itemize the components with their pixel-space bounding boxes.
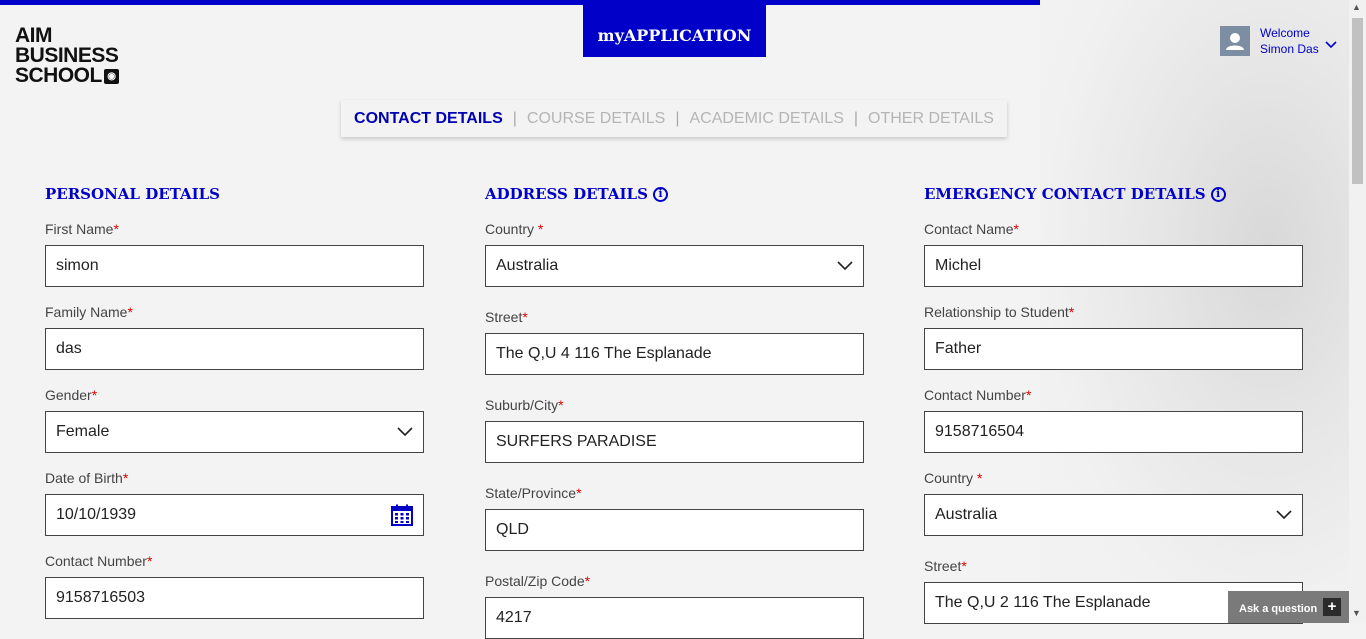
date-of-birth-input[interactable]: 10/10/1939: [45, 494, 424, 536]
user-menu[interactable]: Welcome Simon Das: [1220, 25, 1337, 57]
first-name-label: First Name*: [45, 221, 119, 237]
tab-academic-details[interactable]: ACADEMIC DETAILS: [689, 110, 843, 128]
info-icon[interactable]: i: [1210, 186, 1226, 202]
emergency-country-label: Country *: [924, 470, 983, 486]
scroll-up-arrow-icon[interactable]: ▲: [1352, 2, 1361, 12]
relationship-field: Relationship to Student* Father: [924, 303, 1304, 370]
family-name-field: Family Name* das: [45, 303, 425, 370]
address-details-heading: ADDRESS DETAILS i: [485, 184, 865, 204]
emergency-contact-section: EMERGENCY CONTACT DETAILS i Contact Name*…: [924, 184, 1304, 624]
date-of-birth-field: Date of Birth* 10/10/1939: [45, 469, 425, 536]
emergency-contact-heading: EMERGENCY CONTACT DETAILS i: [924, 184, 1304, 204]
suburb-city-label: Suburb/City*: [485, 397, 564, 413]
ask-a-question-label: Ask a question: [1239, 603, 1318, 615]
date-of-birth-label: Date of Birth*: [45, 470, 129, 486]
tab-separator: |: [853, 109, 859, 127]
emergency-country-field: Country * Australia: [924, 469, 1304, 536]
logo-line-2: BUSINESS: [15, 44, 119, 67]
vertical-scrollbar[interactable]: ▲ ▼: [1349, 0, 1366, 623]
emergency-street-label: Street*: [924, 558, 967, 574]
family-name-input[interactable]: das: [45, 328, 424, 370]
gender-field: Gender* Female: [45, 386, 425, 453]
tab-separator: |: [512, 109, 517, 127]
my-application-tab[interactable]: myAPPLICATION: [583, 5, 766, 57]
state-province-field: State/Province* QLD: [485, 484, 865, 551]
scroll-down-arrow-icon[interactable]: ▼: [1352, 608, 1361, 618]
suburb-city-field: Suburb/City* SURFERS PARADISE: [485, 396, 865, 463]
tab-other-details[interactable]: OTHER DETAILS: [868, 110, 994, 128]
section-tabs: CONTACT DETAILS | COURSE DETAILS | ACADE…: [341, 100, 1007, 137]
state-province-input[interactable]: QLD: [485, 509, 864, 551]
logo-line-3: SCHOOL: [15, 64, 102, 87]
country-select[interactable]: Australia: [485, 245, 864, 287]
contact-number-field: Contact Number* 9158716503: [45, 552, 425, 619]
avatar: [1220, 26, 1250, 56]
first-name-input[interactable]: simon: [45, 245, 424, 287]
gender-label: Gender*: [45, 387, 98, 403]
emergency-contact-number-label: Contact Number*: [924, 387, 1032, 403]
personal-details-section: PERSONAL DETAILS First Name* simon Famil…: [45, 184, 425, 619]
street-label: Street*: [485, 309, 528, 325]
emergency-contact-name-field: Contact Name* Michel: [924, 220, 1304, 287]
state-province-label: State/Province*: [485, 485, 582, 501]
emergency-contact-number-input[interactable]: 9158716504: [924, 411, 1303, 453]
tab-course-details[interactable]: COURSE DETAILS: [527, 110, 665, 128]
contact-number-label: Contact Number*: [45, 553, 153, 569]
contact-number-input[interactable]: 9158716503: [45, 577, 424, 619]
info-icon[interactable]: i: [652, 186, 668, 202]
logo-seal-icon: ◉: [103, 68, 119, 84]
chevron-down-icon: [397, 427, 413, 437]
ask-a-question-button[interactable]: Ask a question +: [1228, 591, 1349, 623]
country-label: Country *: [485, 221, 544, 237]
chevron-down-icon: [837, 261, 853, 271]
tab-separator: |: [675, 109, 680, 127]
country-field: Country * Australia: [485, 220, 865, 287]
family-name-label: Family Name*: [45, 304, 133, 320]
chevron-down-icon[interactable]: [1325, 41, 1337, 49]
emergency-contact-name-label: Contact Name*: [924, 221, 1019, 237]
postal-code-field: Postal/Zip Code* 4217: [485, 572, 865, 639]
user-avatar-icon: [1226, 33, 1244, 50]
relationship-label: Relationship to Student*: [924, 304, 1075, 320]
street-field: Street* The Q,U 4 116 The Esplanade: [485, 308, 865, 375]
scrollbar-thumb[interactable]: [1352, 18, 1363, 184]
emergency-country-select[interactable]: Australia: [924, 494, 1303, 536]
postal-code-label: Postal/Zip Code*: [485, 573, 591, 589]
chevron-down-icon: [1276, 510, 1292, 520]
postal-code-input[interactable]: 4217: [485, 597, 864, 639]
aim-business-school-logo[interactable]: AIM BUSINESS SCHOOL ◉: [15, 24, 119, 87]
gender-select[interactable]: Female: [45, 411, 424, 453]
user-name: Simon Das: [1260, 42, 1319, 56]
first-name-field: First Name* simon: [45, 220, 425, 287]
personal-details-heading: PERSONAL DETAILS: [45, 185, 221, 203]
suburb-city-input[interactable]: SURFERS PARADISE: [485, 421, 864, 463]
relationship-input[interactable]: Father: [924, 328, 1303, 370]
plus-icon: +: [1323, 598, 1341, 616]
address-details-section: ADDRESS DETAILS i Country * Australia Str…: [485, 184, 865, 639]
welcome-text: Welcome: [1260, 26, 1310, 40]
street-input[interactable]: The Q,U 4 116 The Esplanade: [485, 333, 864, 375]
tab-contact-details[interactable]: CONTACT DETAILS: [354, 110, 503, 128]
calendar-icon[interactable]: [391, 504, 413, 526]
emergency-contact-number-field: Contact Number* 9158716504: [924, 386, 1304, 453]
logo-line-1: AIM: [15, 24, 52, 47]
emergency-contact-name-input[interactable]: Michel: [924, 245, 1303, 287]
